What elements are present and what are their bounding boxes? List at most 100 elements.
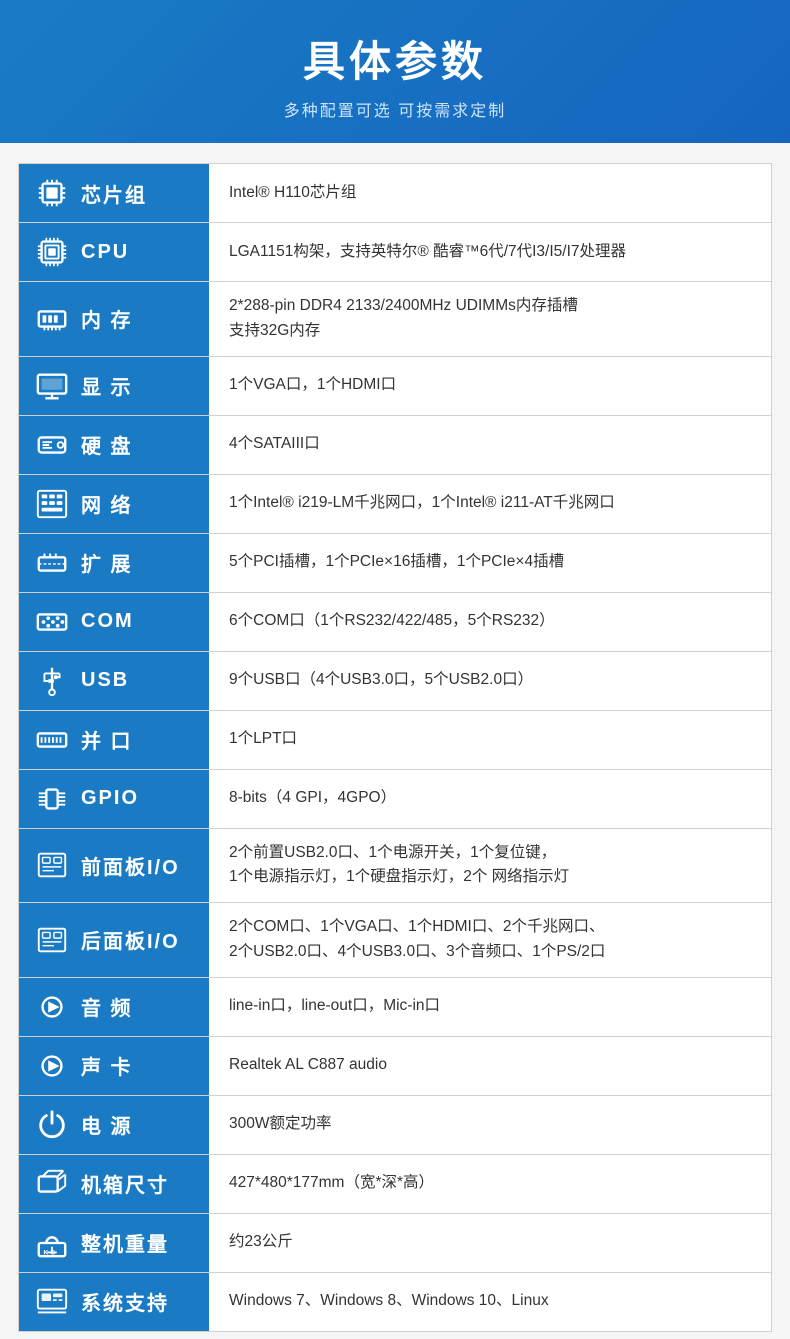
spec-row-reario: 后面板I/O 2个COM口、1个VGA口、1个HDMI口、2个千兆网口、2个USB… <box>19 903 771 978</box>
spec-label-text-gpio: GPIO <box>81 787 139 810</box>
spec-value-display: 1个VGA口，1个HDMI口 <box>209 357 771 415</box>
spec-row-soundcard: 声 卡 Realtek AL C887 audio <box>19 1037 771 1096</box>
spec-label-text-soundcard: 声 卡 <box>81 1051 133 1080</box>
spec-row-chipset: 芯片组 Intel® H110芯片组 <box>19 164 771 223</box>
spec-label-text-memory: 内 存 <box>81 304 133 333</box>
spec-label-network: 网 络 <box>19 475 209 533</box>
spec-row-parallel: 并 口 1个LPT口 <box>19 711 771 770</box>
spec-label-text-usb: USB <box>81 669 129 692</box>
spec-label-power: 电 源 <box>19 1096 209 1154</box>
spec-value-usb: 9个USB口（4个USB3.0口，5个USB2.0口） <box>209 652 771 710</box>
spec-row-frontio: 前面板I/O 2个前置USB2.0口、1个电源开关，1个复位键，1个电源指示灯，1… <box>19 829 771 904</box>
spec-value-memory: 2*288-pin DDR4 2133/2400MHz UDIMMs内存插槽支持… <box>209 282 771 356</box>
spec-label-text-weight: 整机重量 <box>81 1228 169 1257</box>
spec-label-text-dimensions: 机箱尺寸 <box>81 1169 169 1198</box>
spec-label-com: COM <box>19 593 209 651</box>
spec-label-chipset: 芯片组 <box>19 164 209 222</box>
memory-icon <box>33 300 71 338</box>
audio-icon <box>33 988 71 1026</box>
spec-label-cpu: CPU <box>19 223 209 281</box>
header-subtitle: 多种配置可选 可按需求定制 <box>20 97 770 121</box>
frontio-icon <box>33 846 71 884</box>
spec-value-reario: 2个COM口、1个VGA口、1个HDMI口、2个千兆网口、2个USB2.0口、4… <box>209 903 771 977</box>
spec-row-network: 网 络 1个Intel® i219-LM千兆网口，1个Intel® i211-AT… <box>19 475 771 534</box>
expansion-icon <box>33 544 71 582</box>
spec-label-text-reario: 后面板I/O <box>81 925 180 954</box>
spec-label-frontio: 前面板I/O <box>19 829 209 903</box>
spec-row-os: 系统支持 Windows 7、Windows 8、Windows 10、Linux <box>19 1273 771 1332</box>
gpio-icon <box>33 780 71 818</box>
spec-row-expansion: 扩 展5个PCI插槽，1个PCIe×16插槽，1个PCIe×4插槽 <box>19 534 771 593</box>
reario-icon <box>33 921 71 959</box>
spec-label-soundcard: 声 卡 <box>19 1037 209 1095</box>
cpu-icon <box>33 233 71 271</box>
spec-row-audio: 音 频 line-in口，line-out口，Mic-in口 <box>19 978 771 1037</box>
spec-label-text-cpu: CPU <box>81 241 129 264</box>
spec-value-gpio: 8-bits（4 GPI，4GPO） <box>209 770 771 828</box>
spec-label-audio: 音 频 <box>19 978 209 1036</box>
spec-label-text-audio: 音 频 <box>81 992 133 1021</box>
spec-row-usb: USB 9个USB口（4个USB3.0口，5个USB2.0口） <box>19 652 771 711</box>
spec-label-text-chipset: 芯片组 <box>81 179 147 208</box>
spec-row-display: 显 示 1个VGA口，1个HDMI口 <box>19 357 771 416</box>
power-icon <box>33 1106 71 1144</box>
spec-label-text-frontio: 前面板I/O <box>81 851 180 880</box>
spec-label-dimensions: 机箱尺寸 <box>19 1155 209 1213</box>
spec-label-text-com: COM <box>81 610 134 633</box>
network-icon <box>33 485 71 523</box>
spec-value-network: 1个Intel® i219-LM千兆网口，1个Intel® i211-AT千兆网… <box>209 475 771 533</box>
spec-value-power: 300W额定功率 <box>209 1096 771 1154</box>
spec-row-hdd: 硬 盘 4个SATAIII口 <box>19 416 771 475</box>
spec-value-hdd: 4个SATAIII口 <box>209 416 771 474</box>
chipset-icon <box>33 174 71 212</box>
page-title: 具体参数 <box>20 28 770 89</box>
display-icon <box>33 367 71 405</box>
spec-row-memory: 内 存 2*288-pin DDR4 2133/2400MHz UDIMMs内存插… <box>19 282 771 357</box>
spec-value-parallel: 1个LPT口 <box>209 711 771 769</box>
spec-label-text-power: 电 源 <box>81 1110 133 1139</box>
spec-label-text-network: 网 络 <box>81 489 133 518</box>
spec-table: 芯片组 Intel® H110芯片组 CPU LGA1151构架，支持英特尔® 酷睿™… <box>18 163 772 1332</box>
spec-value-cpu: LGA1151构架，支持英特尔® 酷睿™6代/7代I3/I5/I7处理器 <box>209 223 771 281</box>
spec-label-hdd: 硬 盘 <box>19 416 209 474</box>
spec-label-text-os: 系统支持 <box>81 1287 169 1316</box>
spec-label-weight: KG 整机重量 <box>19 1214 209 1272</box>
dimensions-icon <box>33 1165 71 1203</box>
spec-label-parallel: 并 口 <box>19 711 209 769</box>
spec-row-weight: KG 整机重量 约23公斤 <box>19 1214 771 1273</box>
spec-value-os: Windows 7、Windows 8、Windows 10、Linux <box>209 1273 771 1331</box>
spec-row-cpu: CPU LGA1151构架，支持英特尔® 酷睿™6代/7代I3/I5/I7处理器 <box>19 223 771 282</box>
page-wrapper: 具体参数 多种配置可选 可按需求定制 芯片组 Intel® H110芯片组 CPU L… <box>0 0 790 1332</box>
spec-row-com: COM 6个COM口（1个RS232/422/485，5个RS232） <box>19 593 771 652</box>
spec-label-text-expansion: 扩 展 <box>81 548 133 577</box>
svg-text:KG: KG <box>44 1249 58 1256</box>
spec-label-usb: USB <box>19 652 209 710</box>
spec-row-gpio: GPIO 8-bits（4 GPI，4GPO） <box>19 770 771 829</box>
weight-icon: KG <box>33 1224 71 1262</box>
spec-label-expansion: 扩 展 <box>19 534 209 592</box>
usb-icon <box>33 662 71 700</box>
spec-value-soundcard: Realtek AL C887 audio <box>209 1037 771 1095</box>
com-icon <box>33 603 71 641</box>
header: 具体参数 多种配置可选 可按需求定制 <box>0 0 790 143</box>
spec-row-power: 电 源 300W额定功率 <box>19 1096 771 1155</box>
spec-label-text-parallel: 并 口 <box>81 725 133 754</box>
spec-value-frontio: 2个前置USB2.0口、1个电源开关，1个复位键，1个电源指示灯，1个硬盘指示灯… <box>209 829 771 903</box>
os-icon <box>33 1283 71 1321</box>
spec-label-reario: 后面板I/O <box>19 903 209 977</box>
spec-value-weight: 约23公斤 <box>209 1214 771 1272</box>
spec-label-memory: 内 存 <box>19 282 209 356</box>
spec-label-display: 显 示 <box>19 357 209 415</box>
soundcard-icon <box>33 1047 71 1085</box>
spec-row-dimensions: 机箱尺寸 427*480*177mm（宽*深*高） <box>19 1155 771 1214</box>
spec-value-audio: line-in口，line-out口，Mic-in口 <box>209 978 771 1036</box>
spec-value-chipset: Intel® H110芯片组 <box>209 164 771 222</box>
spec-label-gpio: GPIO <box>19 770 209 828</box>
spec-value-dimensions: 427*480*177mm（宽*深*高） <box>209 1155 771 1213</box>
spec-label-text-hdd: 硬 盘 <box>81 430 133 459</box>
spec-value-com: 6个COM口（1个RS232/422/485，5个RS232） <box>209 593 771 651</box>
parallel-icon <box>33 721 71 759</box>
spec-label-text-display: 显 示 <box>81 371 133 400</box>
spec-label-os: 系统支持 <box>19 1273 209 1331</box>
hdd-icon <box>33 426 71 464</box>
